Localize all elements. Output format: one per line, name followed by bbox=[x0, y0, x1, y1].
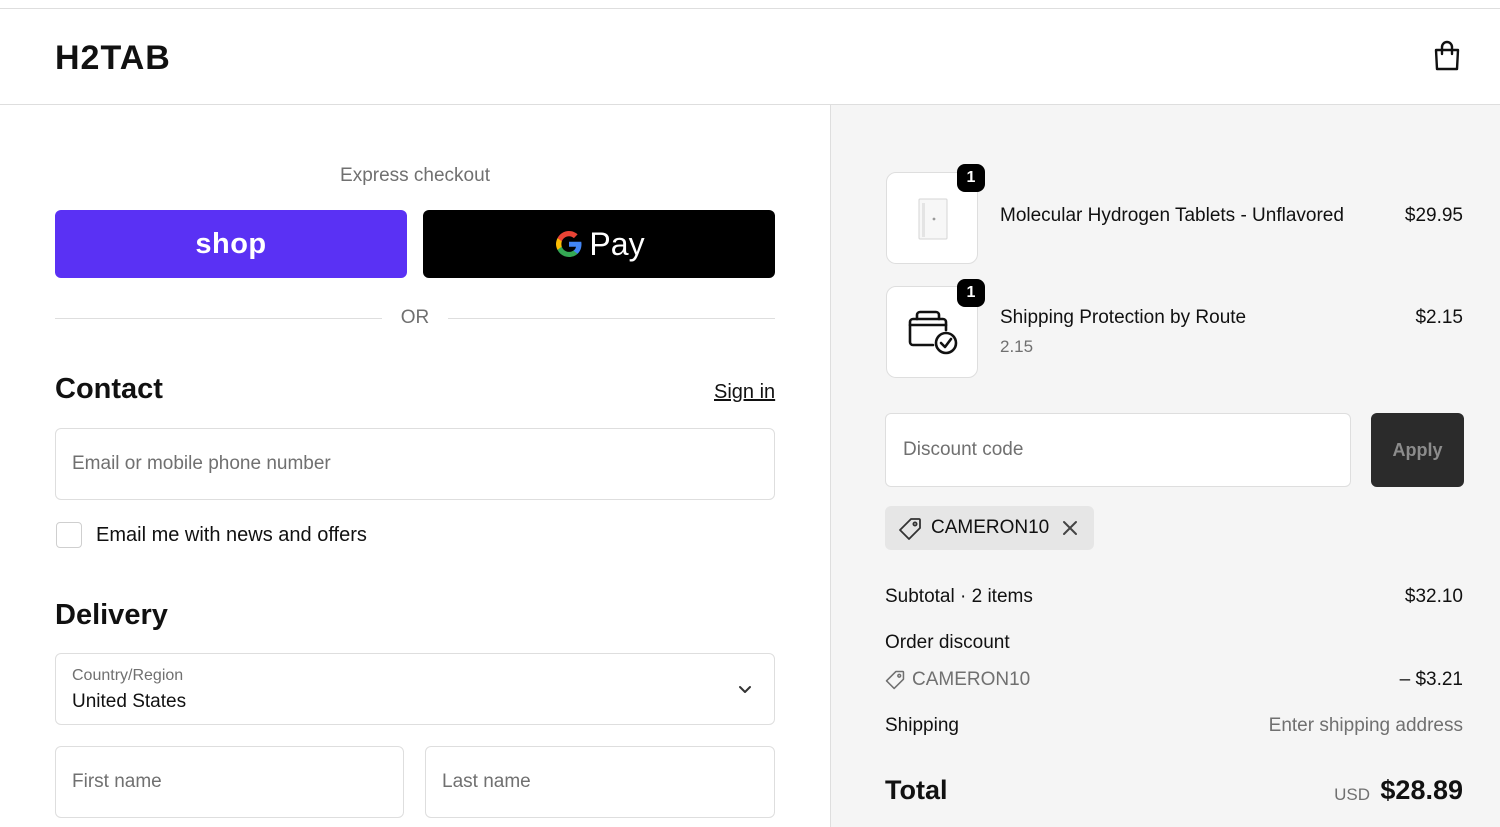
shopping-bag-icon bbox=[1434, 40, 1460, 71]
applied-code: CAMERON10 bbox=[931, 517, 1050, 538]
total-label: Total bbox=[885, 775, 948, 805]
google-pay-label: Pay bbox=[589, 225, 645, 262]
quantity-badge: 1 bbox=[957, 279, 985, 307]
top-border bbox=[0, 0, 1500, 9]
sign-in-link[interactable]: Sign in bbox=[714, 381, 775, 404]
apply-discount-button[interactable]: Apply bbox=[1371, 413, 1464, 487]
applied-discount-chip: CAMERON10 bbox=[885, 506, 1094, 550]
subtotal-value: $32.10 bbox=[1404, 586, 1463, 607]
item-price: $2.15 bbox=[1415, 307, 1463, 328]
first-name-input[interactable] bbox=[56, 747, 403, 817]
total-currency: USD bbox=[1334, 785, 1370, 804]
cart-button[interactable] bbox=[1429, 38, 1465, 74]
discount-code-field[interactable] bbox=[885, 413, 1351, 487]
remove-discount-icon[interactable] bbox=[1059, 517, 1081, 539]
tag-icon bbox=[885, 670, 905, 690]
news-offers-checkbox[interactable] bbox=[56, 522, 82, 548]
site-header: H2TAB bbox=[0, 9, 1500, 105]
delivery-heading: Delivery bbox=[55, 599, 168, 631]
chevron-down-icon bbox=[739, 686, 751, 693]
shop-pay-label: shop bbox=[195, 227, 267, 260]
discount-amount: – $3.21 bbox=[1399, 669, 1463, 690]
email-field[interactable] bbox=[55, 428, 775, 500]
express-checkout-label: Express checkout bbox=[340, 165, 490, 186]
order-discount-label: Order discount bbox=[885, 632, 1010, 653]
tag-icon bbox=[899, 518, 921, 540]
item-name: Shipping Protection by Route bbox=[1000, 307, 1247, 328]
item-name: Molecular Hydrogen Tablets - Unflavored bbox=[1000, 205, 1344, 226]
discount-code-input[interactable] bbox=[886, 414, 1350, 486]
country-label: Country/Region bbox=[72, 667, 184, 684]
item-subtitle: 2.15 bbox=[1000, 337, 1034, 356]
email-input[interactable] bbox=[56, 429, 774, 499]
first-name-field[interactable] bbox=[55, 746, 404, 818]
quantity-badge: 1 bbox=[957, 164, 985, 192]
google-g-icon bbox=[556, 231, 582, 257]
store-logo[interactable]: H2TAB bbox=[55, 39, 171, 78]
last-name-field[interactable] bbox=[425, 746, 775, 818]
subtotal-label: Subtotal · 2 items bbox=[885, 586, 1033, 607]
discount-code-label: CAMERON10 bbox=[912, 669, 1031, 690]
item-price: $29.95 bbox=[1404, 205, 1463, 226]
news-offers-label: Email me with news and offers bbox=[96, 524, 367, 546]
shipping-label: Shipping bbox=[885, 715, 959, 736]
last-name-input[interactable] bbox=[426, 747, 774, 817]
google-pay-button[interactable]: Pay bbox=[423, 210, 775, 278]
shop-pay-button[interactable]: shop bbox=[55, 210, 407, 278]
total-value: $28.89 bbox=[1380, 775, 1463, 805]
divider-line bbox=[448, 318, 775, 319]
checkout-form: Express checkout shop Pay OR Contact Sig… bbox=[0, 105, 830, 827]
or-divider: OR bbox=[55, 305, 775, 331]
country-select[interactable]: Country/Region United States bbox=[55, 653, 775, 725]
shipping-value: Enter shipping address bbox=[1268, 715, 1463, 736]
country-value: United States bbox=[72, 691, 187, 712]
contact-heading: Contact bbox=[55, 373, 163, 405]
order-summary: 1 Molecular Hydrogen Tablets - Unflavore… bbox=[830, 105, 1500, 827]
